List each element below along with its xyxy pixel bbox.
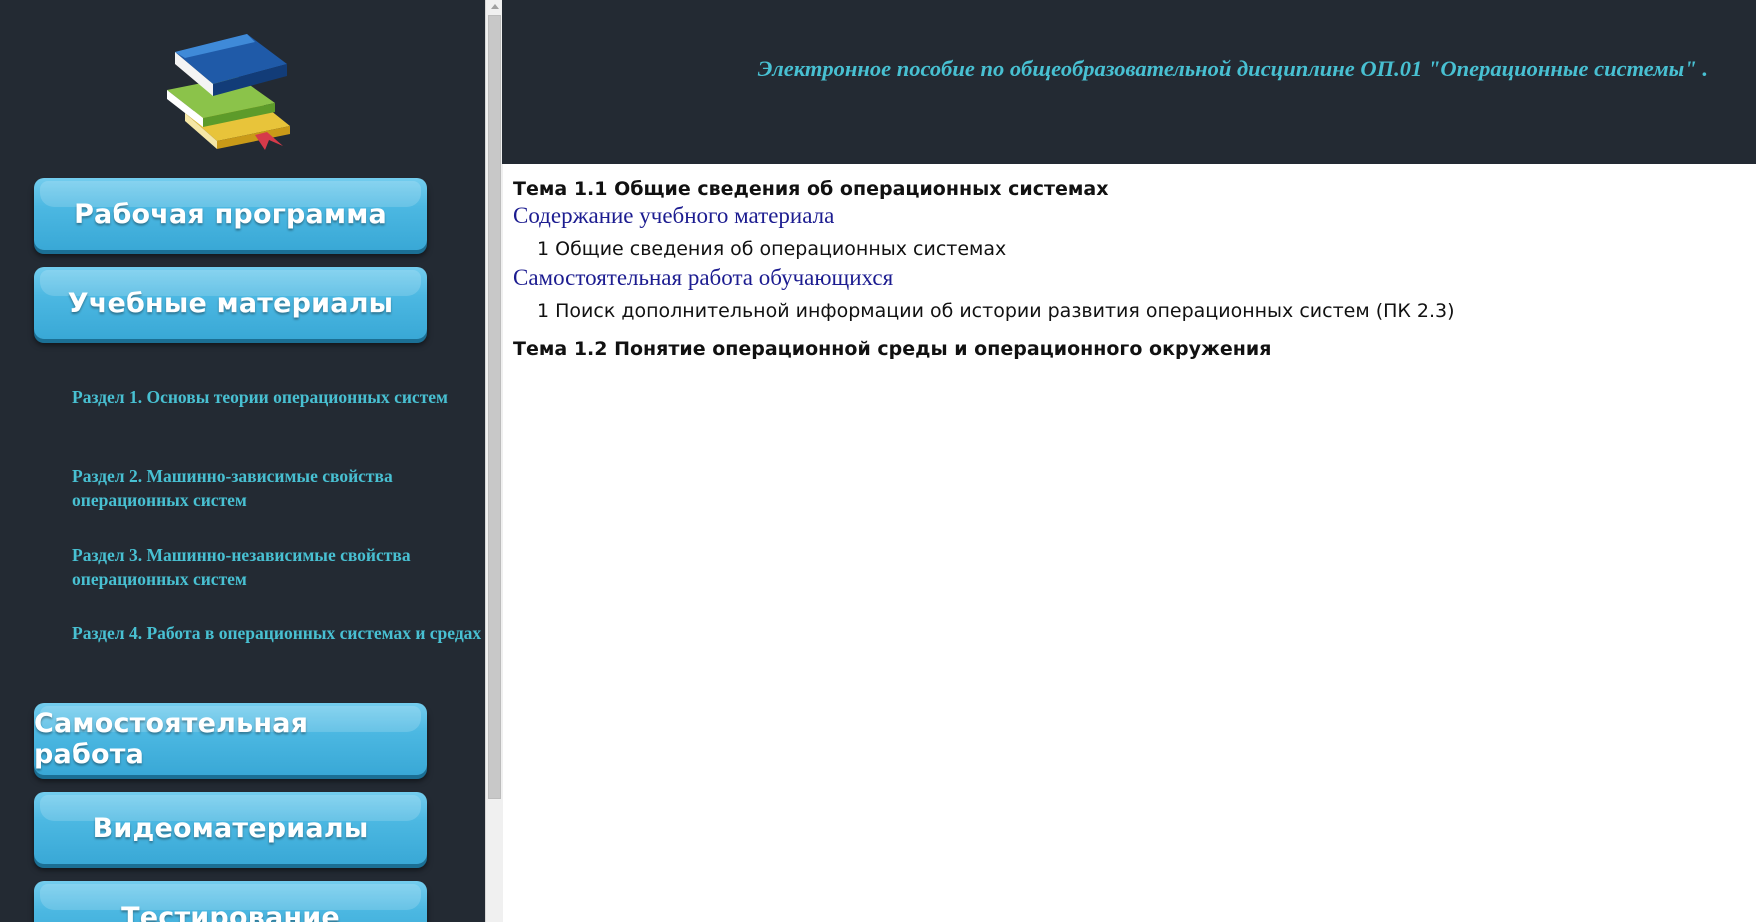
list-item: 1 Общие сведения об операционных система… (537, 238, 1007, 260)
work-program-button-label: Рабочая программа (74, 198, 387, 230)
page: Рабочая программа Учебные материалы Разд… (0, 0, 1756, 922)
independent-work-button[interactable]: Самостоятельная работа (34, 703, 427, 775)
video-materials-button-label: Видеоматериалы (92, 812, 369, 844)
study-materials-button[interactable]: Учебные материалы (34, 267, 427, 339)
topic-title: Тема 1.2 Понятие операционной среды и оп… (513, 338, 1272, 360)
testing-button-label: Тестирование (121, 901, 340, 922)
sidebar-scrollbar[interactable] (485, 0, 503, 922)
video-materials-button[interactable]: Видеоматериалы (34, 792, 427, 864)
page-header: Электронное пособие по общеобразовательн… (502, 0, 1756, 164)
sidebar-item-section-2[interactable]: Раздел 2. Машинно-зависимые свойства опе… (72, 464, 482, 512)
sidebar-item-section-4[interactable]: Раздел 4. Работа в операционных системах… (72, 621, 482, 645)
independent-work-button-label: Самостоятельная работа (34, 708, 309, 770)
study-materials-button-label: Учебные материалы (67, 287, 394, 319)
books-stack-icon (167, 34, 290, 150)
list-item: 1 Поиск дополнительной информации об ист… (537, 300, 1455, 322)
sidebar: Рабочая программа Учебные материалы Разд… (0, 0, 485, 922)
scrollbar-thumb[interactable] (488, 15, 501, 799)
testing-button[interactable]: Тестирование (34, 881, 427, 922)
content-heading-study-material[interactable]: Содержание учебного материала (513, 203, 834, 229)
sidebar-item-section-3[interactable]: Раздел 3. Машинно-независимые свойства о… (72, 543, 482, 591)
sidebar-item-section-1[interactable]: Раздел 1. Основы теории операционных сис… (72, 385, 482, 409)
page-title: Электронное пособие по общеобразовательн… (757, 56, 1708, 81)
scroll-up-arrow-icon[interactable] (491, 4, 499, 9)
work-program-button[interactable]: Рабочая программа (34, 178, 427, 250)
content-heading-independent-work[interactable]: Самостоятельная работа обучающихся (513, 265, 893, 291)
topic-title: Тема 1.1 Общие сведения об операционных … (513, 178, 1109, 200)
